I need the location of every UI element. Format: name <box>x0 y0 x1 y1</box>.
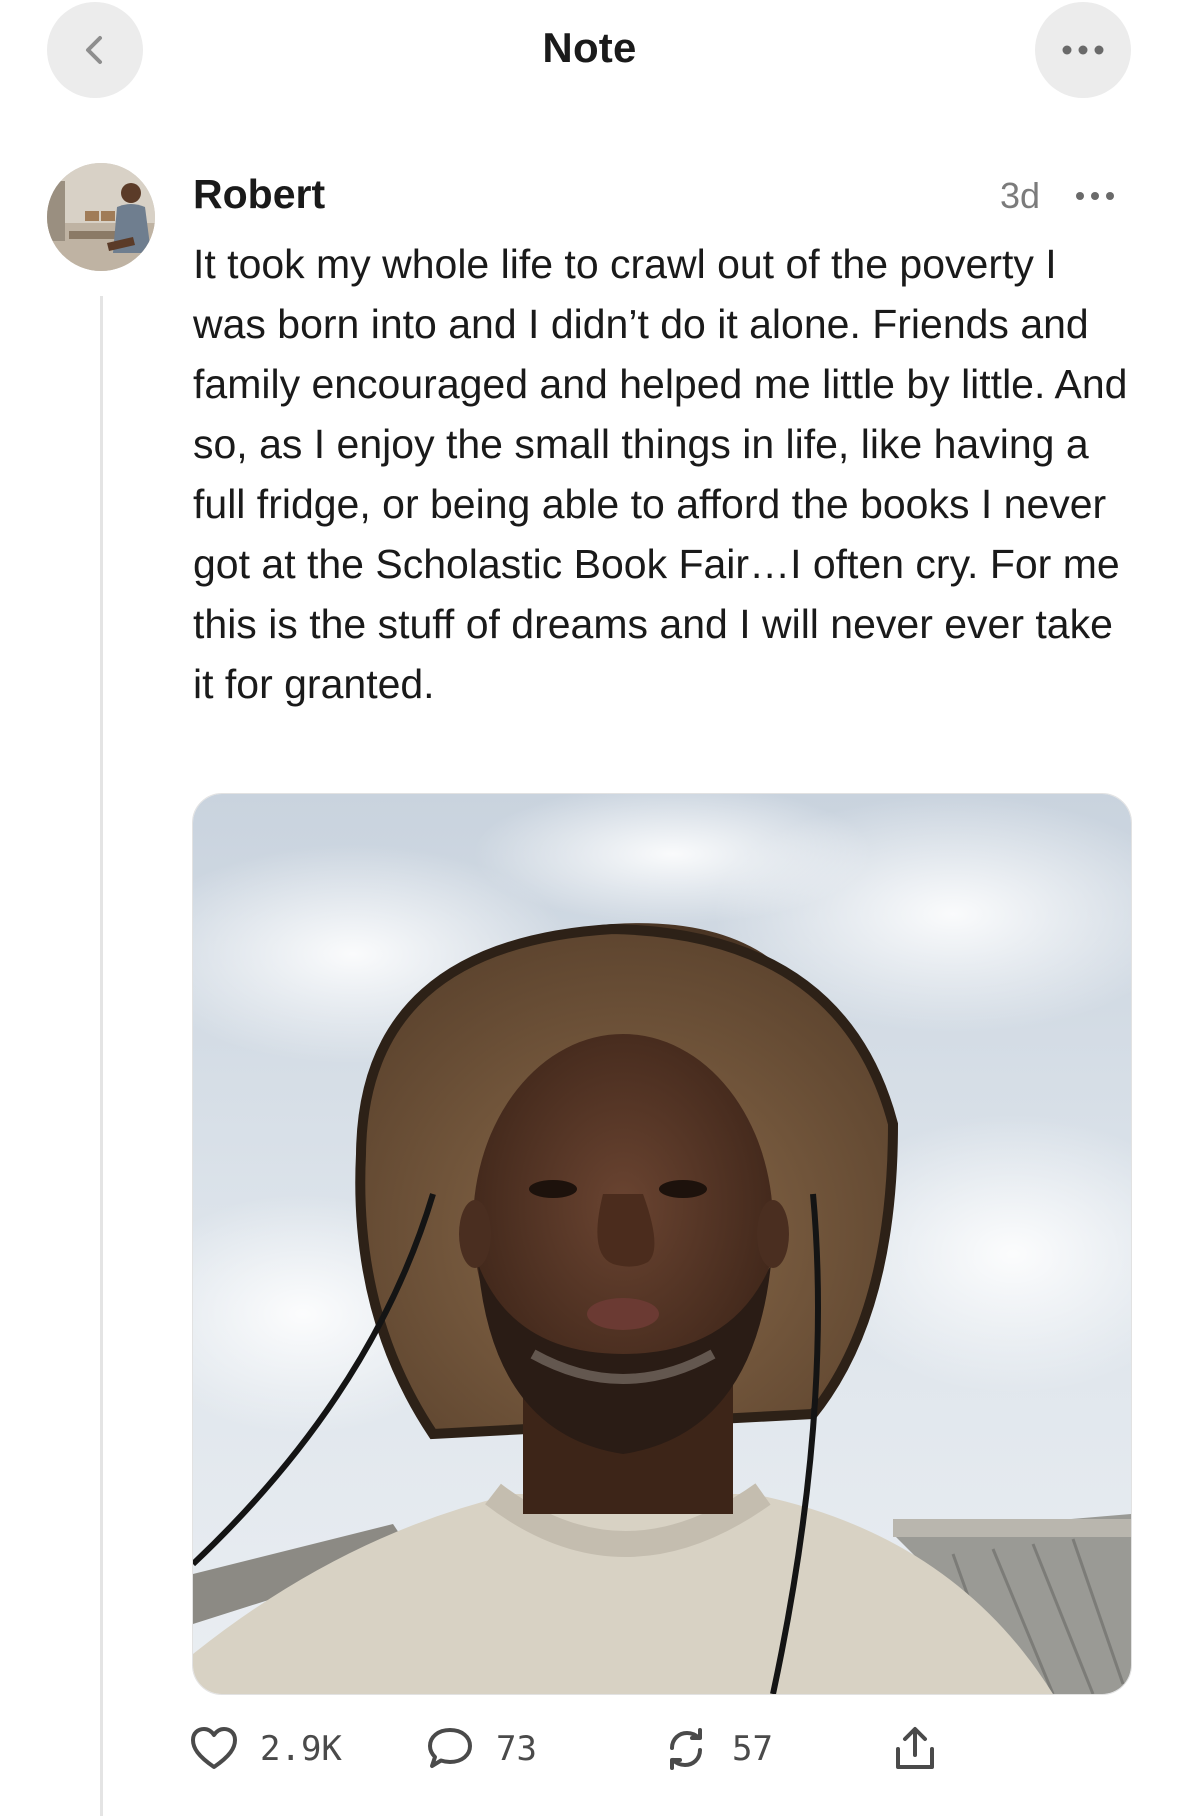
ellipsis-icon <box>1062 45 1104 55</box>
comment-count: 73 <box>496 1729 537 1769</box>
avatar-photo <box>47 163 155 271</box>
avatar[interactable] <box>47 163 155 271</box>
restack-count: 57 <box>732 1729 773 1769</box>
comment-button[interactable]: 73 <box>426 1714 537 1784</box>
share-icon <box>896 1727 934 1769</box>
top-nav-bar: Note <box>0 0 1179 110</box>
note-more-button[interactable] <box>1072 176 1118 216</box>
note-body-text: It took my whole life to crawl out of th… <box>193 241 1128 707</box>
ellipsis-icon <box>1076 192 1114 200</box>
like-button[interactable]: 2.9K <box>190 1714 342 1784</box>
thread-line <box>100 296 103 1816</box>
heart-icon <box>191 1727 237 1769</box>
like-count: 2.9K <box>260 1729 342 1769</box>
note-image[interactable] <box>192 793 1132 1695</box>
author-name[interactable]: Robert <box>193 170 325 218</box>
restack-button[interactable]: 57 <box>662 1714 773 1784</box>
post-time: 3d <box>1000 175 1041 216</box>
selfie-photo <box>193 794 1131 1694</box>
note-action-bar: 2.9K 73 57 <box>0 1714 1179 1784</box>
share-button[interactable] <box>892 1714 938 1784</box>
page-title: Note <box>542 24 637 71</box>
more-options-button[interactable] <box>1035 2 1131 98</box>
comment-icon <box>428 1728 472 1768</box>
restack-icon <box>670 1728 702 1770</box>
